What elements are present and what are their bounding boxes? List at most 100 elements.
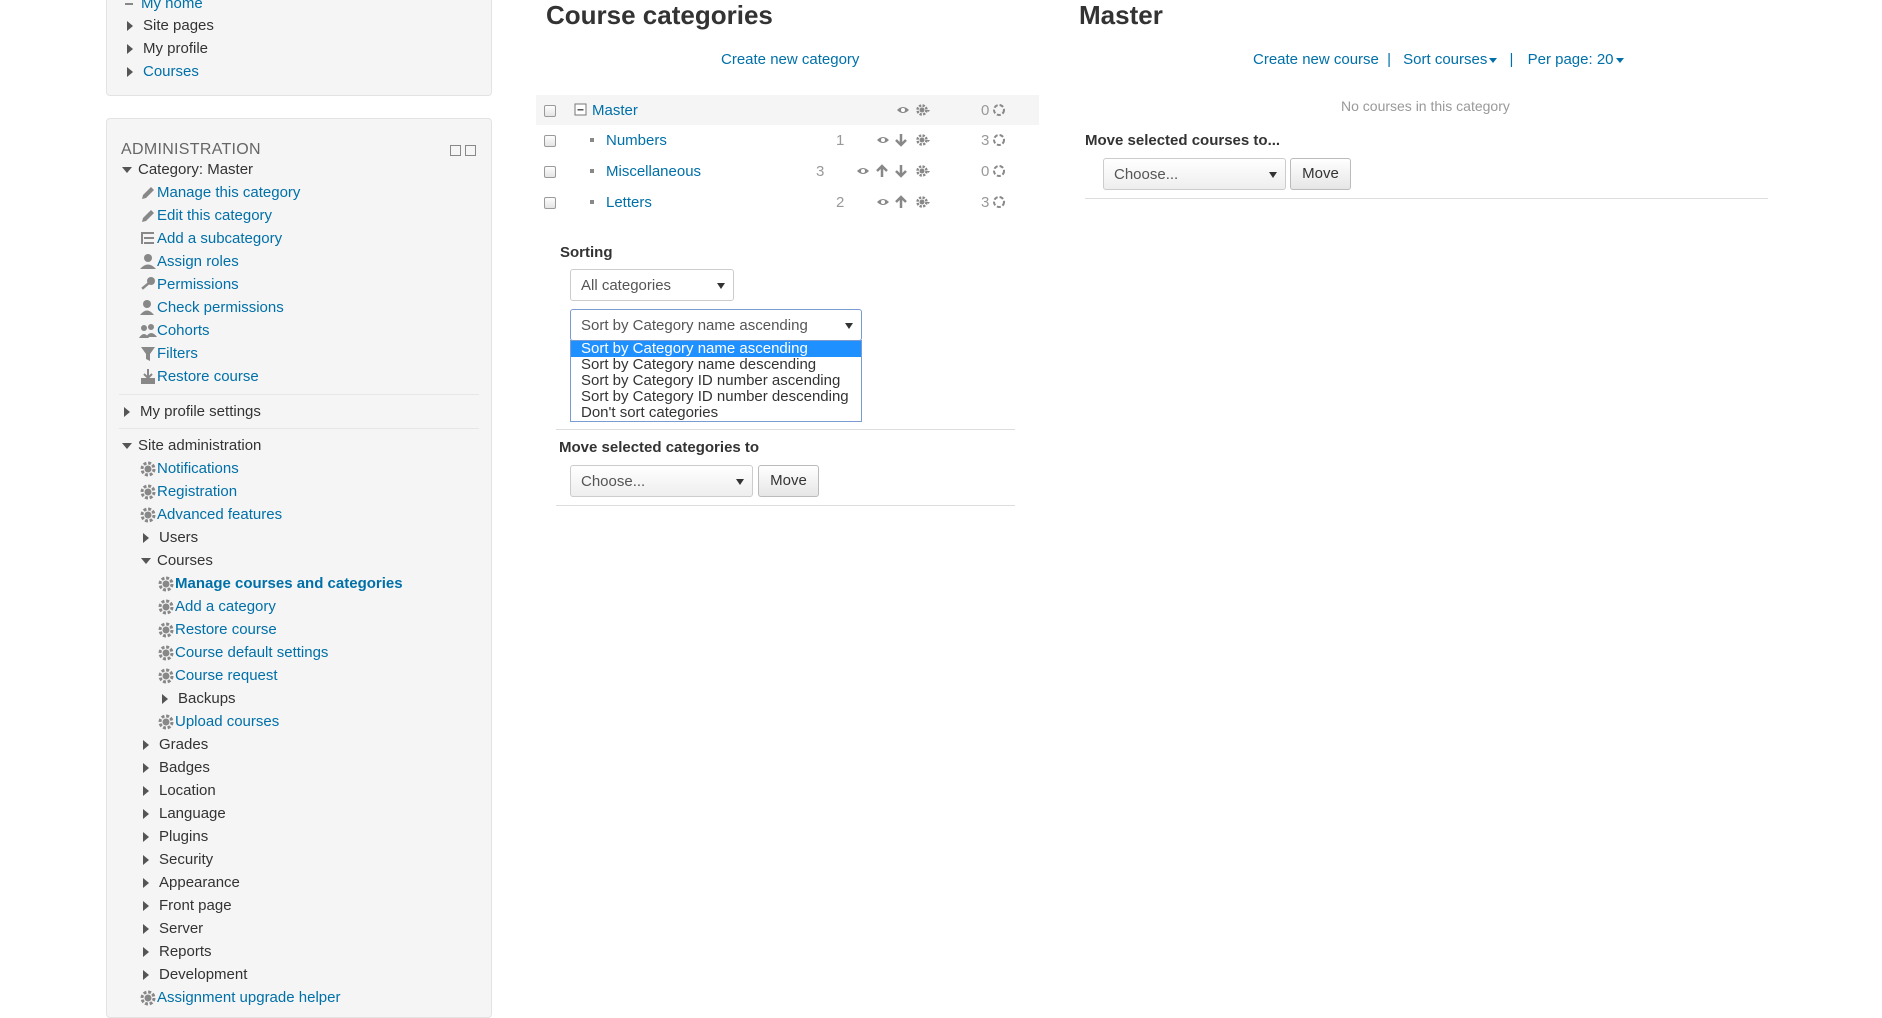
collapse-arrow-icon[interactable] — [141, 558, 151, 565]
category-name-link[interactable]: Miscellaneous — [606, 163, 701, 180]
nav-item-my-home[interactable]: My home — [125, 0, 203, 15]
expand-arrow-icon[interactable] — [143, 763, 149, 774]
admin-item-add-category[interactable]: Add a category — [157, 596, 276, 618]
eye-icon[interactable] — [896, 103, 910, 117]
nav-item-courses[interactable]: Courses — [127, 61, 199, 83]
eye-icon[interactable] — [876, 133, 890, 147]
category-checkbox[interactable] — [544, 166, 556, 178]
admin-item-add-subcategory[interactable]: Add a subcategory — [139, 228, 282, 250]
admin-item-course-request[interactable]: Course request — [157, 665, 278, 687]
expand-arrow-icon[interactable] — [124, 407, 130, 418]
nav-item-site-pages[interactable]: Site pages — [127, 15, 214, 37]
tree-node-reports[interactable]: Reports — [143, 941, 212, 963]
expand-arrow-icon[interactable] — [143, 855, 149, 866]
tree-node-server[interactable]: Server — [143, 918, 203, 940]
nav-item-my-profile[interactable]: My profile — [127, 38, 208, 60]
tree-node-category[interactable]: Category: Master — [122, 159, 253, 181]
gear-menu-icon[interactable] — [916, 103, 930, 117]
expand-arrow-icon[interactable] — [143, 878, 149, 889]
tree-node-development[interactable]: Development — [143, 964, 247, 986]
move-down-icon[interactable] — [894, 133, 908, 147]
tree-node-backups[interactable]: Backups — [162, 688, 236, 710]
move-categories-select[interactable]: Choose... — [570, 465, 753, 497]
move-down-icon[interactable] — [894, 164, 908, 178]
eye-icon[interactable] — [876, 195, 890, 209]
collapse-arrow-icon[interactable] — [122, 167, 132, 174]
expand-arrow-icon[interactable] — [143, 533, 149, 544]
expand-arrow-icon[interactable] — [143, 809, 149, 820]
category-row-numbers[interactable]: Numbers 1 3 — [536, 125, 1039, 155]
sort-option[interactable]: Sort by Category name descending — [571, 357, 861, 373]
category-name-link[interactable]: Numbers — [606, 132, 667, 149]
admin-item-assignment-upgrade-helper[interactable]: Assignment upgrade helper — [139, 987, 340, 1009]
tree-node-courses[interactable]: Courses — [141, 550, 213, 572]
tree-node-users[interactable]: Users — [143, 527, 198, 549]
collapse-box-icon[interactable] — [574, 103, 588, 117]
tree-node-plugins[interactable]: Plugins — [143, 826, 208, 848]
tree-node-front-page[interactable]: Front page — [143, 895, 232, 917]
admin-item-cohorts[interactable]: Cohorts — [139, 320, 210, 342]
admin-item-restore-course[interactable]: Restore course — [139, 366, 259, 388]
sort-order-select[interactable]: Sort by Category name ascending — [570, 309, 862, 341]
collapse-arrow-icon[interactable] — [122, 443, 132, 450]
dock-icon[interactable] — [450, 145, 461, 156]
category-row-master[interactable]: Master 0 — [536, 95, 1039, 125]
move-up-icon[interactable] — [875, 164, 889, 178]
admin-item-check-permissions[interactable]: Check permissions — [139, 297, 284, 319]
eye-icon[interactable] — [856, 164, 870, 178]
expand-arrow-icon[interactable] — [127, 44, 133, 55]
hide-block-icon[interactable] — [465, 145, 476, 156]
gear-menu-icon[interactable] — [916, 164, 930, 178]
admin-item-upload-courses[interactable]: Upload courses — [157, 711, 279, 733]
expand-arrow-icon[interactable] — [143, 786, 149, 797]
admin-item-permissions[interactable]: Permissions — [139, 274, 239, 296]
tree-node-language[interactable]: Language — [143, 803, 226, 825]
category-checkbox[interactable] — [544, 135, 556, 147]
admin-item-assign-roles[interactable]: Assign roles — [139, 251, 239, 273]
expand-arrow-icon[interactable] — [143, 924, 149, 935]
admin-item-edit-category[interactable]: Edit this category — [139, 205, 272, 227]
category-name-link[interactable]: Letters — [606, 194, 652, 211]
tree-node-security[interactable]: Security — [143, 849, 213, 871]
gear-menu-icon[interactable] — [916, 195, 930, 209]
admin-item-notifications[interactable]: Notifications — [139, 458, 239, 480]
admin-item-restore-course-2[interactable]: Restore course — [157, 619, 277, 641]
create-new-category-link[interactable]: Create new category — [721, 51, 859, 68]
expand-arrow-icon[interactable] — [143, 947, 149, 958]
category-name-link[interactable]: Master — [592, 102, 638, 119]
expand-arrow-icon[interactable] — [143, 740, 149, 751]
move-categories-button[interactable]: Move — [758, 465, 819, 497]
admin-item-manage-courses-categories[interactable]: Manage courses and categories — [157, 573, 403, 595]
move-up-icon[interactable] — [894, 195, 908, 209]
sort-option[interactable]: Don't sort categories — [571, 405, 861, 421]
admin-item-advanced-features[interactable]: Advanced features — [139, 504, 282, 526]
sort-option[interactable]: Sort by Category name ascending — [571, 341, 861, 357]
admin-item-manage-category[interactable]: Manage this category — [139, 182, 300, 204]
expand-arrow-icon[interactable] — [143, 832, 149, 843]
gear-menu-icon[interactable] — [916, 133, 930, 147]
category-checkbox[interactable] — [544, 105, 556, 117]
expand-arrow-icon[interactable] — [162, 694, 168, 705]
sort-scope-select[interactable]: All categories — [570, 269, 734, 301]
create-new-course-link[interactable]: Create new course — [1253, 51, 1379, 68]
category-checkbox[interactable] — [544, 197, 556, 209]
sort-courses-menu[interactable]: Sort courses — [1403, 51, 1498, 68]
tree-node-grades[interactable]: Grades — [143, 734, 208, 756]
admin-item-course-default-settings[interactable]: Course default settings — [157, 642, 328, 664]
admin-item-filters[interactable]: Filters — [139, 343, 198, 365]
tree-node-my-profile-settings[interactable]: My profile settings — [124, 401, 261, 423]
expand-arrow-icon[interactable] — [127, 67, 133, 78]
expand-arrow-icon[interactable] — [143, 970, 149, 981]
move-courses-button[interactable]: Move — [1290, 158, 1351, 190]
category-row-miscellaneous[interactable]: Miscellaneous 3 0 — [536, 156, 1039, 186]
category-row-letters[interactable]: Letters 2 3 — [536, 187, 1039, 217]
expand-arrow-icon[interactable] — [143, 901, 149, 912]
move-courses-select[interactable]: Choose... — [1103, 158, 1286, 190]
tree-node-appearance[interactable]: Appearance — [143, 872, 240, 894]
per-page-menu[interactable]: Per page: 20 — [1528, 51, 1624, 68]
sort-option[interactable]: Sort by Category ID number descending — [571, 389, 861, 405]
tree-node-badges[interactable]: Badges — [143, 757, 210, 779]
admin-item-registration[interactable]: Registration — [139, 481, 237, 503]
tree-node-site-administration[interactable]: Site administration — [122, 435, 261, 457]
expand-arrow-icon[interactable] — [127, 21, 133, 32]
